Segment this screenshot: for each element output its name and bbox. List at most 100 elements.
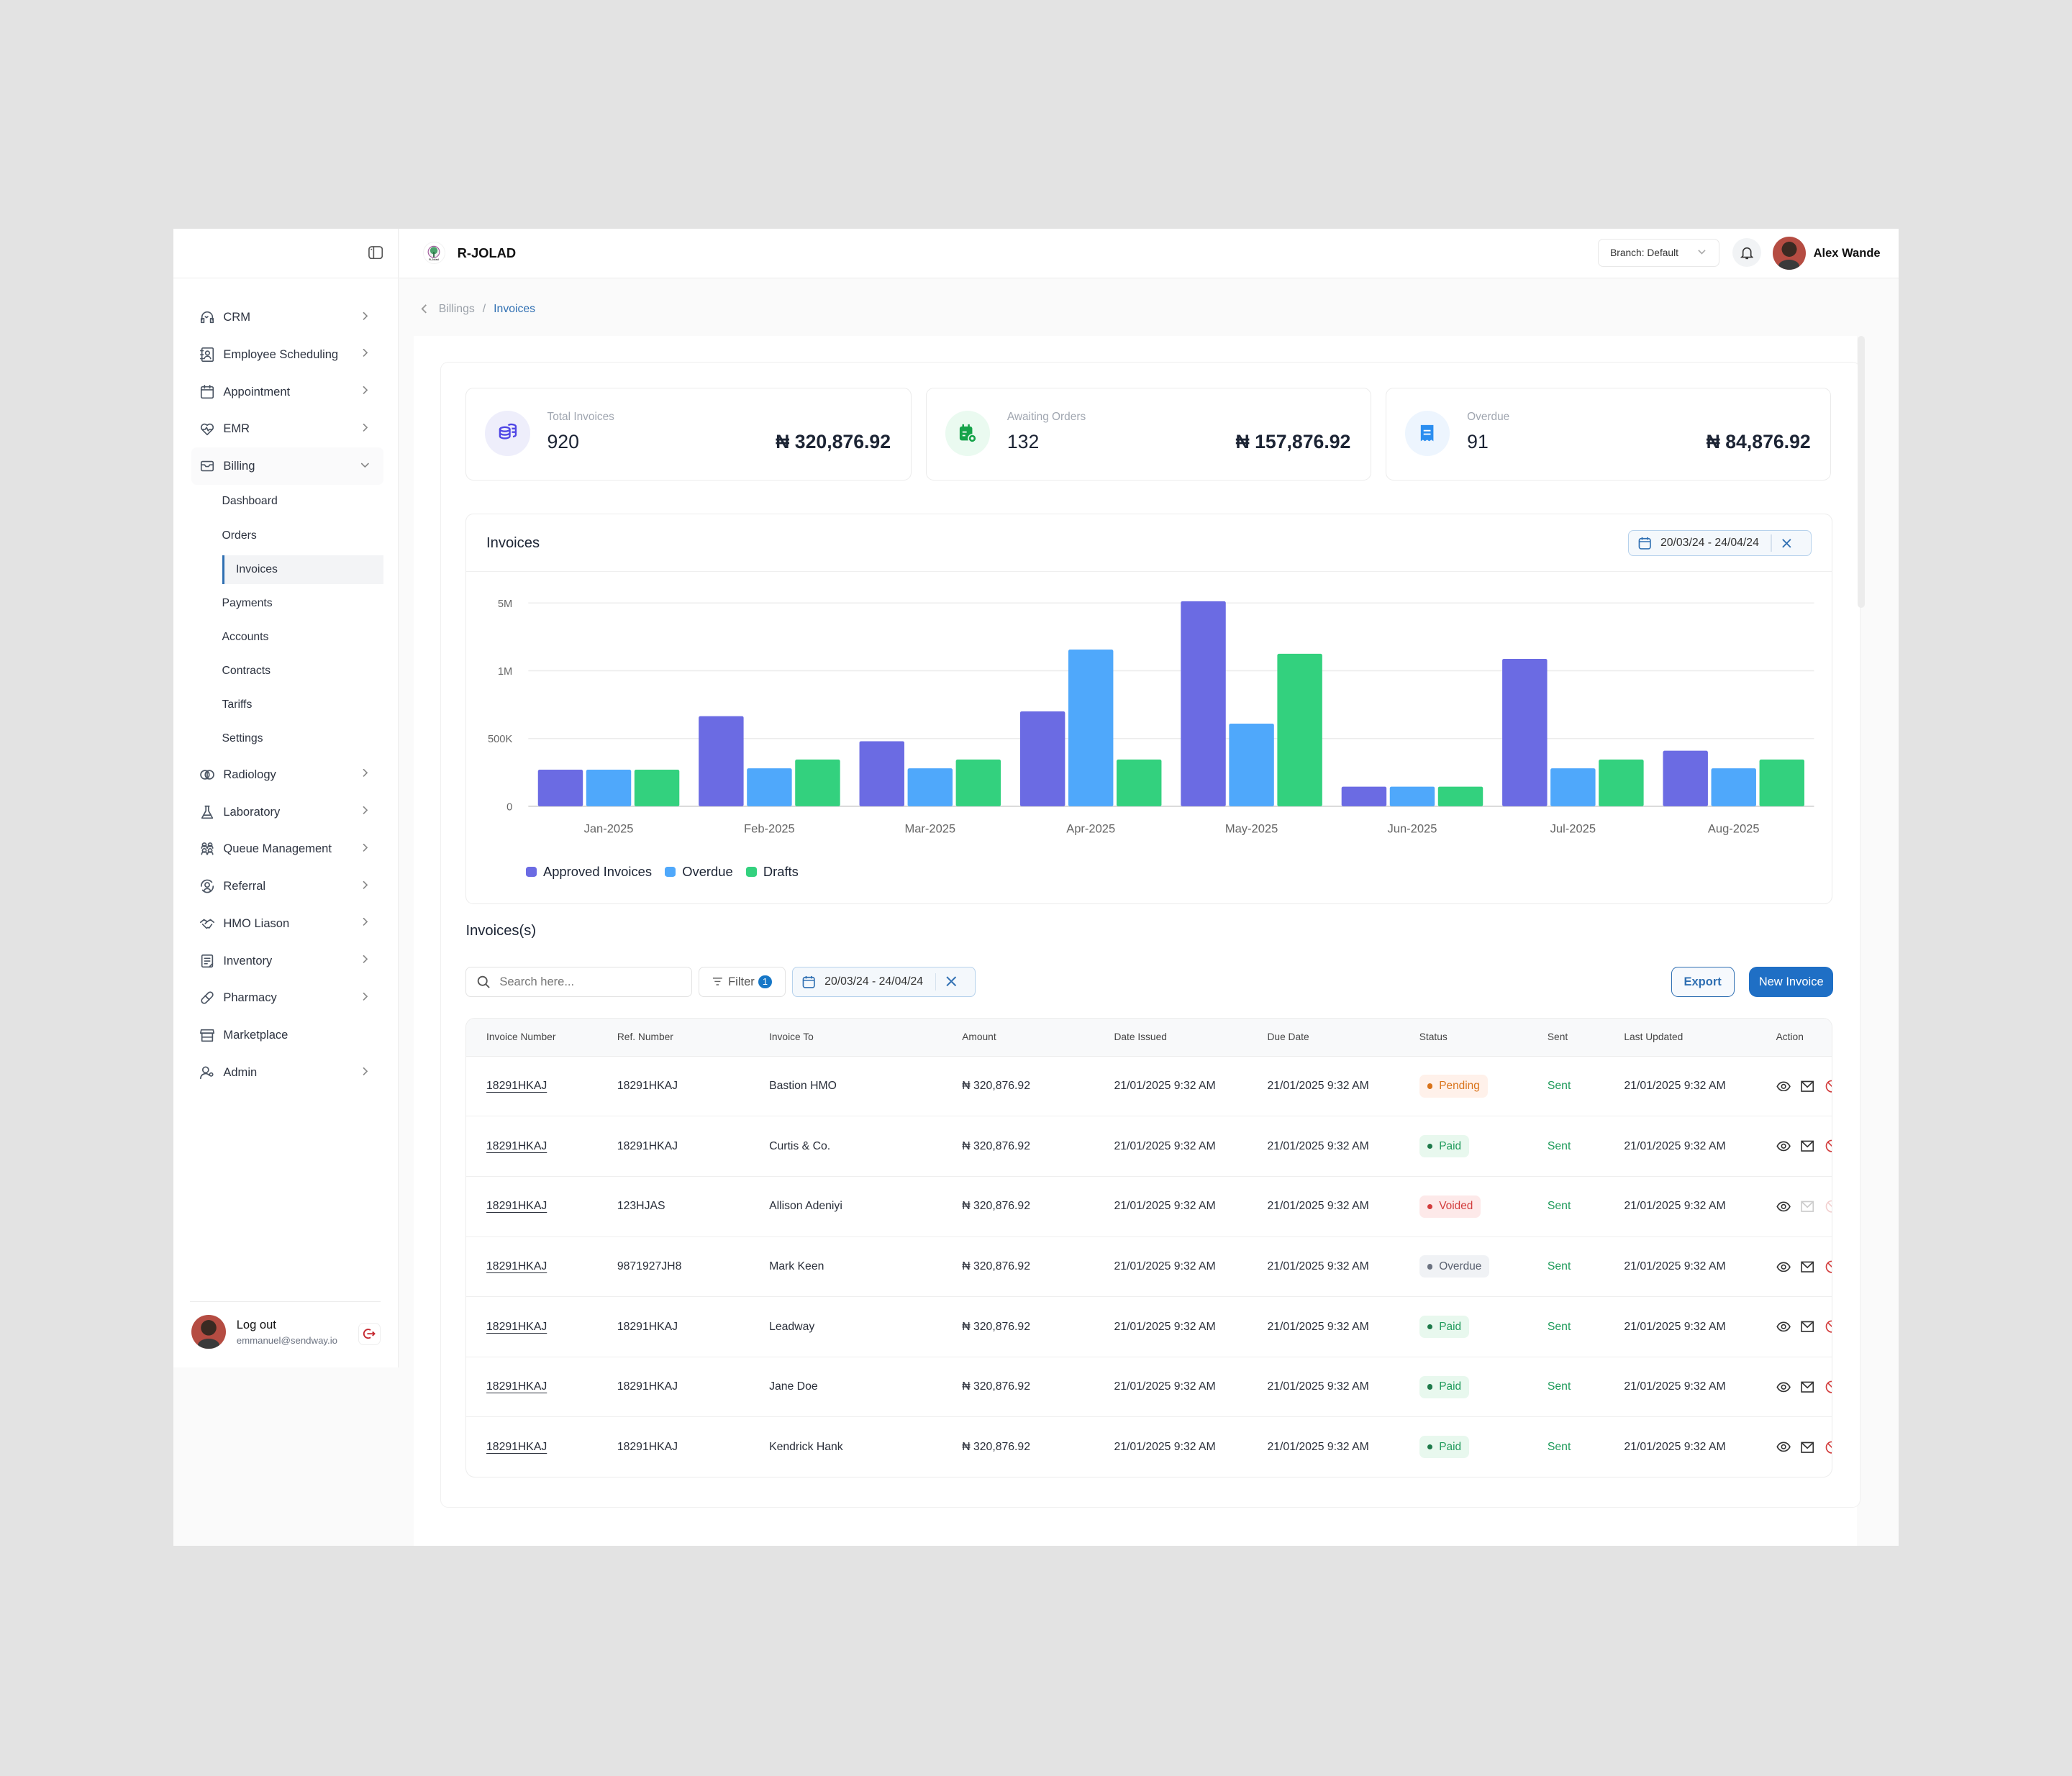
chart-date-range-picker[interactable]: 20/03/24 - 24/04/24 — [1627, 529, 1812, 557]
sidebar-subitem-label: Accounts — [222, 631, 269, 644]
view-button[interactable] — [1776, 1321, 1791, 1332]
void-button[interactable] — [1825, 1200, 1832, 1213]
invoice-to: Jane Doe — [769, 1380, 818, 1393]
list-date-range-picker[interactable]: 20/03/24 - 24/04/24 — [792, 966, 976, 997]
void-button[interactable] — [1825, 1441, 1832, 1454]
search-input[interactable] — [496, 973, 674, 991]
date-issued: 21/01/2025 9:32 AM — [1114, 1200, 1216, 1213]
notifications-button[interactable] — [1732, 237, 1762, 267]
column-header[interactable]: Ref. Number — [617, 1032, 769, 1042]
sidebar-toggle-button[interactable] — [365, 242, 386, 263]
send-email-button[interactable] — [1801, 1140, 1814, 1152]
stat-card-overdue[interactable]: Overdue 91 ₦ 84,876.92 — [1386, 388, 1832, 481]
void-button[interactable] — [1825, 1380, 1832, 1393]
table-row[interactable]: 18291HKAJ 18291HKAJ Jane Doe ₦ 320,876.9… — [466, 1357, 1832, 1418]
send-email-button[interactable] — [1801, 1321, 1814, 1333]
sidebar-footer-divider — [190, 1301, 381, 1302]
legend-item[interactable]: Approved Invoices — [526, 864, 652, 880]
invoices-table: Invoice Number Ref. Number Invoice To Amoun… — [465, 1018, 1832, 1478]
column-header[interactable]: Due Date — [1267, 1032, 1419, 1042]
sidebar-item-queue-management[interactable]: Queue Management — [191, 830, 383, 867]
sidebar-item-appointment[interactable]: Appointment — [191, 373, 383, 411]
table-row[interactable]: 18291HKAJ 123HJAS Allison Adeniyi ₦ 320,… — [466, 1177, 1832, 1237]
x-tick-label: Jan-2025 — [584, 821, 634, 835]
view-button[interactable] — [1776, 1201, 1791, 1212]
sidebar-subitem-settings[interactable]: Settings — [191, 722, 383, 756]
sidebar-subitem-invoices[interactable]: Invoices — [222, 555, 383, 585]
column-header[interactable]: Status — [1419, 1032, 1548, 1042]
sidebar-item-radiology[interactable]: Radiology — [191, 756, 383, 793]
sidebar-item-admin[interactable]: Admin — [191, 1054, 383, 1091]
column-header[interactable]: Invoice Number — [466, 1032, 617, 1042]
branch-select[interactable]: Branch: Default — [1597, 239, 1719, 267]
sidebar-item-billing[interactable]: Billing — [191, 447, 383, 485]
sidebar-item-marketplace[interactable]: Marketplace — [191, 1016, 383, 1054]
send-email-button[interactable] — [1801, 1442, 1814, 1454]
void-button[interactable] — [1825, 1260, 1832, 1273]
void-button[interactable] — [1825, 1080, 1832, 1093]
new-invoice-button[interactable]: New Invoice — [1748, 966, 1834, 997]
ref-number: 18291HKAJ — [617, 1440, 678, 1453]
breadcrumb-billings[interactable]: Billings — [439, 303, 475, 316]
sidebar-item-employee-scheduling[interactable]: Employee Scheduling — [191, 336, 383, 373]
sidebar-item-inventory[interactable]: Inventory — [191, 942, 383, 980]
table-row[interactable]: 18291HKAJ 9871927JH8 Mark Keen ₦ 320,876… — [466, 1237, 1832, 1298]
filter-button[interactable]: Filter 1 — [698, 966, 786, 997]
send-email-button[interactable] — [1801, 1201, 1814, 1213]
view-button[interactable] — [1776, 1261, 1791, 1272]
legend-item[interactable]: Overdue — [665, 864, 733, 880]
send-email-button[interactable] — [1801, 1261, 1814, 1273]
stat-card-total-invoices[interactable]: Total Invoices 920 ₦ 320,876.92 — [465, 388, 912, 481]
legend-item[interactable]: Drafts — [746, 864, 799, 880]
view-button[interactable] — [1776, 1081, 1791, 1092]
sidebar-item-hmo-liason[interactable]: HMO Liason — [191, 905, 383, 942]
sidebar-subitem-payments[interactable]: Payments — [191, 587, 383, 621]
table-row[interactable]: 18291HKAJ 18291HKAJ Kendrick Hank ₦ 320,… — [466, 1417, 1832, 1477]
invoice-number-link[interactable]: 18291HKAJ — [486, 1200, 547, 1212]
logout-button[interactable] — [358, 1322, 381, 1345]
sidebar-item-emr[interactable]: EMR — [191, 410, 383, 447]
sidebar-item-crm[interactable]: CRM — [191, 299, 383, 336]
clear-date-button[interactable] — [1781, 538, 1792, 549]
sidebar-item-laboratory[interactable]: Laboratory — [191, 793, 383, 831]
view-button[interactable] — [1776, 1141, 1791, 1152]
column-header[interactable]: Date Issued — [1114, 1032, 1267, 1042]
void-button[interactable] — [1825, 1320, 1832, 1334]
invoice-number-link[interactable]: 18291HKAJ — [486, 1441, 547, 1453]
void-button[interactable] — [1825, 1139, 1832, 1153]
chevron-left-icon[interactable] — [420, 304, 428, 314]
export-button[interactable]: Export — [1671, 966, 1735, 997]
sidebar-item-referral[interactable]: Referral — [191, 867, 383, 905]
column-header[interactable]: Amount — [962, 1032, 1114, 1042]
invoice-number-link[interactable]: 18291HKAJ — [486, 1140, 547, 1152]
brand[interactable]: R-Jolad R-JOLAD — [422, 242, 516, 265]
invoice-number-link[interactable]: 18291HKAJ — [486, 1321, 547, 1333]
column-header[interactable]: Invoice To — [769, 1032, 962, 1042]
scrollbar[interactable] — [1858, 335, 1865, 608]
sidebar-subitem-accounts[interactable]: Accounts — [191, 621, 383, 655]
invoice-number-link[interactable]: 18291HKAJ — [486, 1080, 547, 1092]
table-row[interactable]: 18291HKAJ 18291HKAJ Leadway ₦ 320,876.92… — [466, 1297, 1832, 1357]
table-row[interactable]: 18291HKAJ 18291HKAJ Bastion HMO ₦ 320,87… — [466, 1057, 1832, 1117]
bar-overdue — [1550, 768, 1596, 806]
invoice-number-link[interactable]: 18291HKAJ — [486, 1260, 547, 1272]
search-box[interactable] — [465, 966, 692, 997]
sidebar-subitem-contracts[interactable]: Contracts — [191, 655, 383, 688]
column-header[interactable]: Sent — [1548, 1032, 1625, 1042]
column-header[interactable]: Last Updated — [1624, 1032, 1776, 1042]
send-email-button[interactable] — [1801, 1080, 1814, 1093]
date-issued: 21/01/2025 9:32 AM — [1114, 1320, 1216, 1333]
clear-date-button[interactable] — [945, 975, 958, 988]
table-row[interactable]: 18291HKAJ 18291HKAJ Curtis & Co. ₦ 320,8… — [466, 1116, 1832, 1177]
sidebar-subitem-orders[interactable]: Orders — [191, 519, 383, 552]
send-email-button[interactable] — [1801, 1381, 1814, 1393]
user-menu[interactable]: Alex Wande — [1772, 236, 1881, 270]
sidebar-subitem-dashboard[interactable]: Dashboard — [191, 485, 383, 519]
view-button[interactable] — [1776, 1442, 1791, 1452]
sidebar-item-pharmacy[interactable]: Pharmacy — [191, 980, 383, 1017]
sidebar-subitem-tariffs[interactable]: Tariffs — [191, 688, 383, 722]
invoice-number-link[interactable]: 18291HKAJ — [486, 1380, 547, 1393]
view-button[interactable] — [1776, 1382, 1791, 1393]
x-tick-label: Mar-2025 — [905, 821, 956, 835]
stat-card-awaiting-orders[interactable]: Awaiting Orders 132 ₦ 157,876.92 — [925, 388, 1371, 481]
